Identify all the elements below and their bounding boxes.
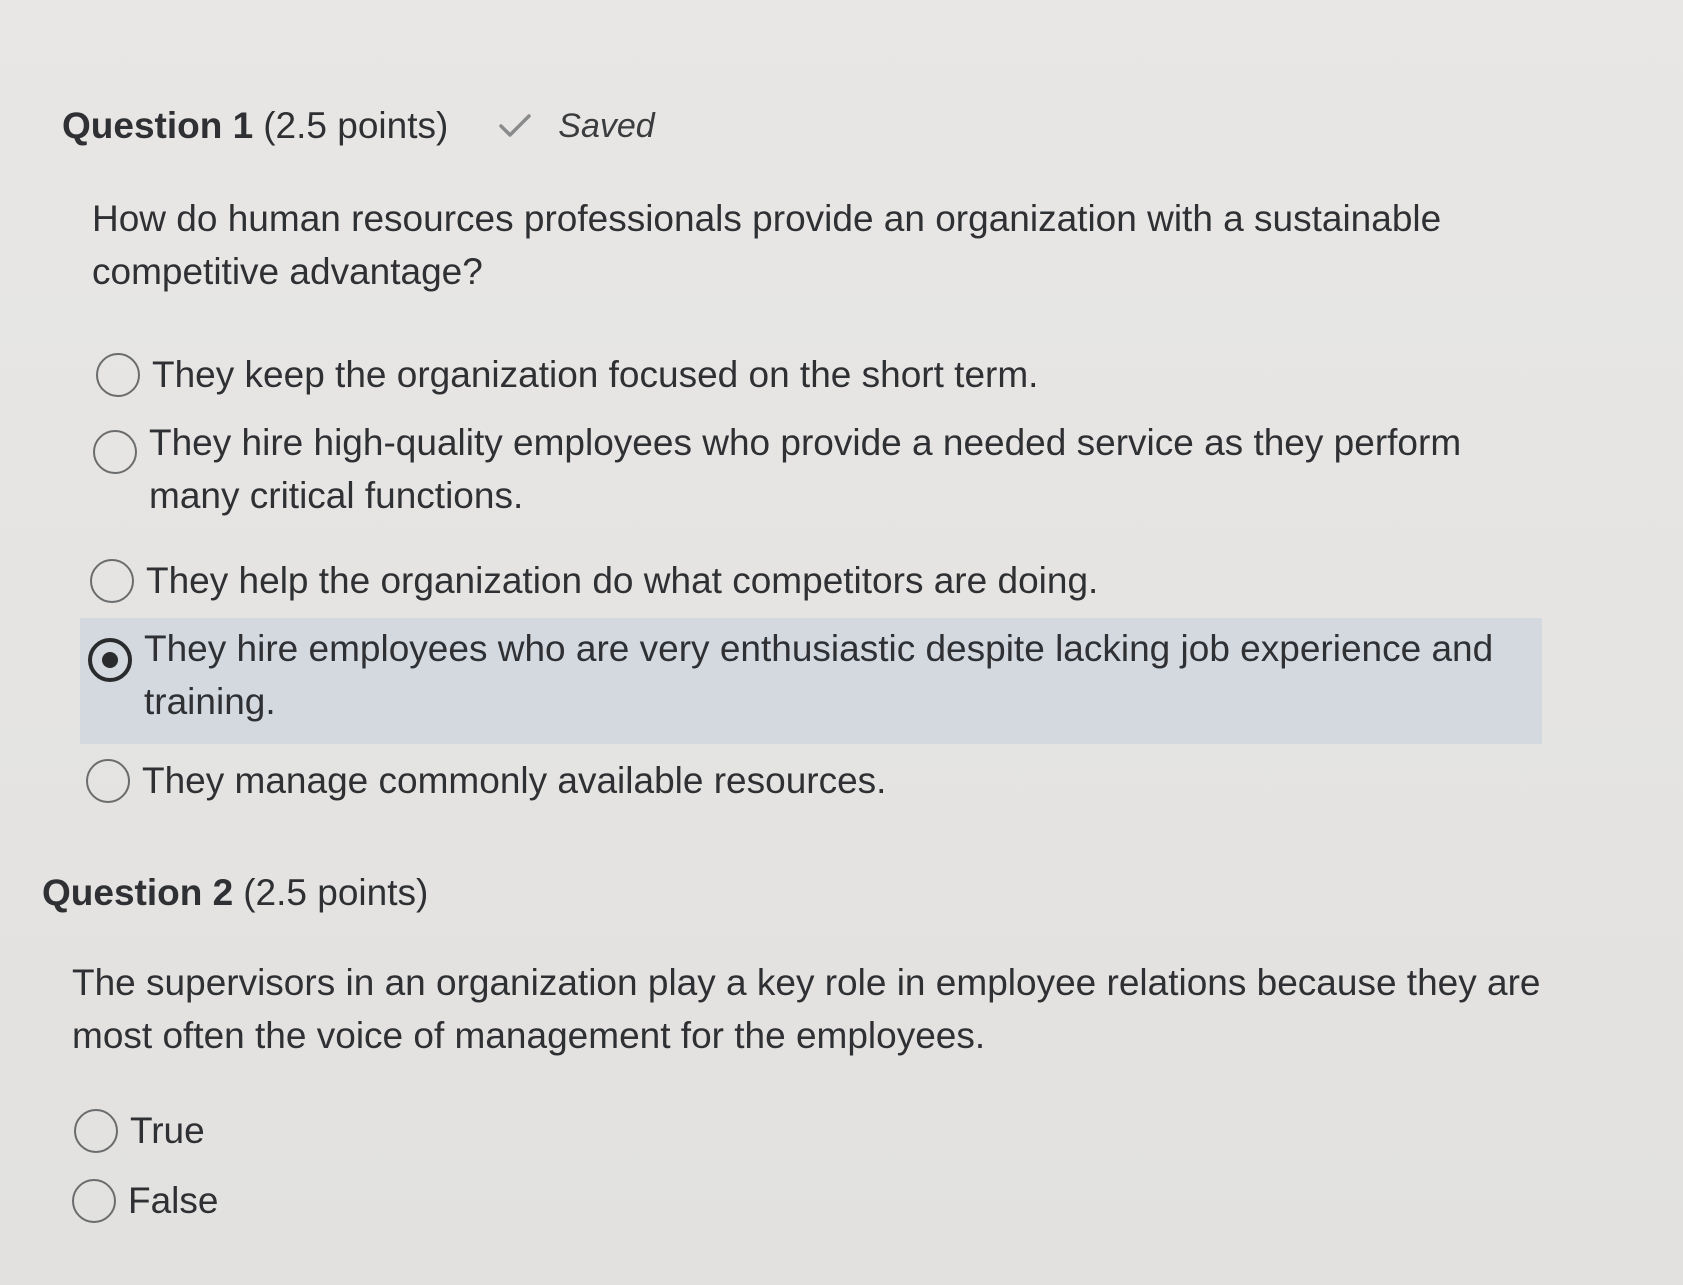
question-1-option-1[interactable]: They keep the organization focused on th…	[96, 348, 1496, 401]
question-2-points: (2.5 points)	[243, 872, 429, 913]
option-label: True	[130, 1110, 205, 1151]
option-label: They manage commonly available resources…	[142, 760, 887, 801]
question-1-text: How do human resources professionals pro…	[92, 198, 1442, 292]
quiz-page: Question 1 (2.5 points) Saved How do hum…	[0, 0, 1683, 1285]
option-label: They hire high-quality employees who pro…	[149, 422, 1462, 516]
saved-status: Saved	[498, 106, 655, 146]
question-2-header: Question 2 (2.5 points)	[42, 872, 1562, 914]
radio-button[interactable]	[86, 759, 130, 803]
radio-button[interactable]	[72, 1179, 116, 1223]
question-2-option-false[interactable]: False	[72, 1174, 472, 1227]
question-1-option-3[interactable]: They help the organization do what compe…	[90, 554, 1490, 607]
question-1-points: (2.5 points)	[263, 105, 449, 146]
question-1-option-2[interactable]: They hire high-quality employees who pro…	[93, 416, 1533, 522]
question-1-option-5[interactable]: They manage commonly available resources…	[86, 754, 1486, 807]
question-1: Question 1 (2.5 points) Saved	[62, 105, 1582, 147]
option-label: False	[128, 1180, 219, 1221]
radio-button[interactable]	[93, 430, 137, 474]
radio-button[interactable]	[90, 559, 134, 603]
question-2-title: Question 2	[42, 872, 234, 913]
option-label: They hire employees who are very enthusi…	[144, 628, 1494, 722]
radio-button[interactable]	[74, 1109, 118, 1153]
option-label: They help the organization do what compe…	[146, 560, 1099, 601]
radio-button[interactable]	[96, 353, 140, 397]
radio-button-selected[interactable]	[88, 638, 132, 682]
question-1-title: Question 1	[62, 105, 254, 146]
question-1-header: Question 1 (2.5 points) Saved	[62, 105, 1582, 147]
question-1-option-4[interactable]: They hire employees who are very enthusi…	[88, 622, 1528, 728]
question-2: Question 2 (2.5 points)	[42, 872, 1562, 914]
option-label: They keep the organization focused on th…	[152, 354, 1039, 395]
question-2-text: The supervisors in an organization play …	[72, 962, 1541, 1056]
check-icon	[499, 114, 532, 137]
question-2-option-true[interactable]: True	[74, 1104, 474, 1157]
saved-label: Saved	[558, 106, 655, 145]
